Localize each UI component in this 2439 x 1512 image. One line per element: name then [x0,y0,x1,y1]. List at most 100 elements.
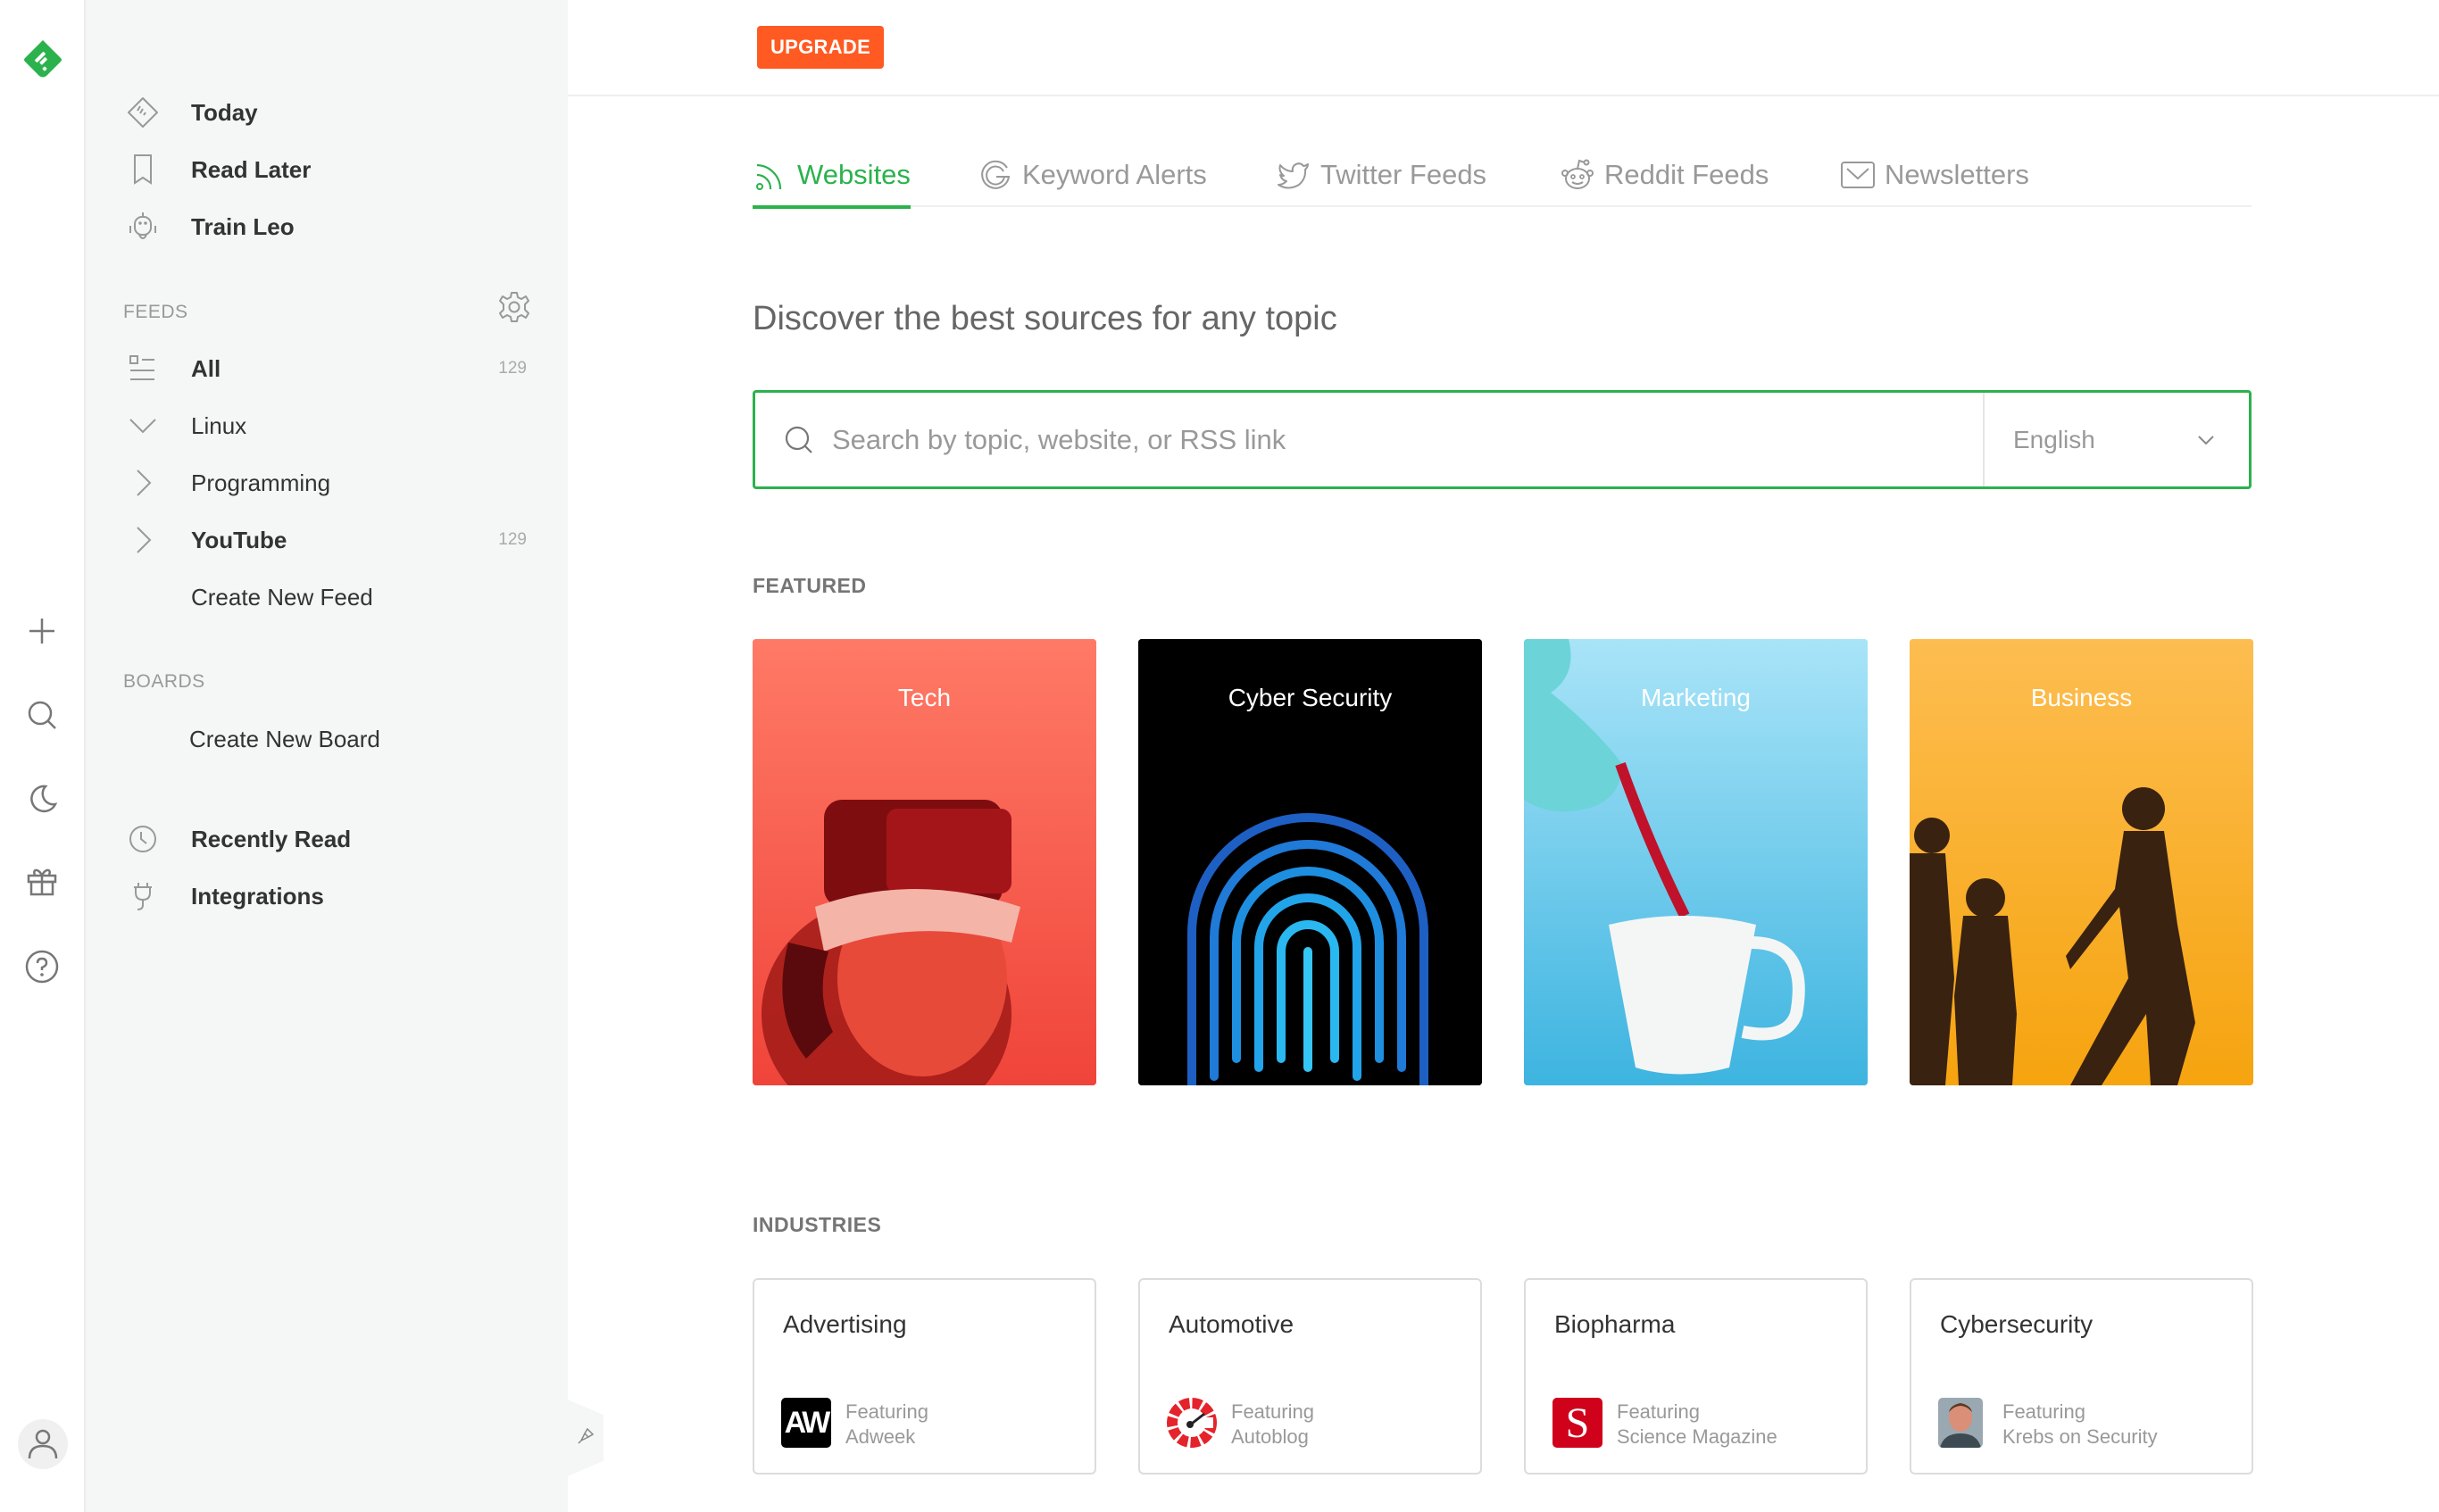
featured-card-cyber-security[interactable]: Cyber Security [1138,639,1482,1085]
tab-label: Twitter Feeds [1320,159,1487,190]
featured-card-label: Marketing [1641,684,1751,711]
featuring-source: Adweek [845,1425,916,1448]
top-bar: UPGRADE [568,0,2439,96]
boards-section-label: BOARDS [123,671,205,692]
feed-item-youtube[interactable]: YouTube 129 [86,515,570,565]
feed-item-all[interactable]: All 129 [86,344,570,394]
industry-card-advertising[interactable]: Advertising AW Featuring Adweek [753,1278,1096,1475]
unread-count: 129 [498,359,527,378]
featuring-text: Featuring Science Magazine [1617,1400,1777,1450]
featured-card-label: Cyber Security [1228,684,1393,711]
search-icon[interactable] [20,693,64,737]
featuring-label: Featuring [2002,1400,2085,1423]
sidebar-item-label: Integrations [191,882,324,910]
sidebar-item-label: Read Later [191,155,312,183]
industries-section-title: INDUSTRIES [753,1213,882,1236]
unread-count: 129 [498,530,527,549]
gear-icon[interactable] [496,289,532,325]
chevron-right-icon[interactable] [125,465,161,501]
rss-icon [753,157,788,193]
moon-icon[interactable] [20,777,64,821]
language-select[interactable]: English [1983,393,2249,486]
twitter-icon [1276,157,1311,193]
google-icon [978,157,1013,193]
featured-section-title: FEATURED [753,574,867,597]
featuring-source: Science Magazine [1617,1425,1777,1448]
feed-item-linux[interactable]: Linux [86,401,570,451]
sidebar-item-today[interactable]: Today [86,87,570,137]
featuring-label: Featuring [1231,1400,1314,1423]
feedly-logo-icon[interactable] [21,37,64,80]
autoblog-logo [1167,1398,1217,1448]
featuring-source: Autoblog [1231,1425,1309,1448]
tab-websites[interactable]: Websites [753,143,911,209]
featuring-label: Featuring [845,1400,928,1423]
feed-label: Programming [191,469,331,496]
krebs-avatar [1938,1398,1983,1448]
feed-label: YouTube [191,526,287,553]
featuring-text: Featuring Autoblog [1231,1400,1314,1450]
sidebar-item-label: Recently Read [191,825,352,852]
tab-newsletters[interactable]: Newsletters [1840,143,2029,207]
search-input[interactable] [832,411,1993,469]
tab-keyword-alerts[interactable]: Keyword Alerts [978,143,1207,207]
user-avatar-icon[interactable] [18,1419,68,1469]
search-icon [782,423,818,459]
tab-label: Newsletters [1885,159,2029,190]
create-new-board-link[interactable]: Create New Board [86,714,570,764]
tab-label: Reddit Feeds [1604,159,1769,190]
featured-card-marketing[interactable]: Marketing [1524,639,1868,1085]
sidebar-item-integrations[interactable]: Integrations [86,871,570,921]
sidebar-item-train-leo[interactable]: Train Leo [86,202,570,252]
robot-icon [125,209,161,245]
today-icon [125,95,161,130]
tab-twitter-feeds[interactable]: Twitter Feeds [1276,143,1486,207]
feed-item-programming[interactable]: Programming [86,458,570,508]
featured-card-label: Tech [897,684,952,711]
create-new-feed-link[interactable]: Create New Feed [86,572,570,622]
sidebar-item-label: Train Leo [191,212,295,240]
bookmark-icon [125,152,161,187]
industry-card-biopharma[interactable]: Biopharma S Featuring Science Magazine [1524,1278,1868,1475]
clock-icon [125,821,161,857]
main-content: UPGRADE Websites Keyword Alerts Twitter … [568,0,2439,1512]
industry-title: Automotive [1169,1310,1294,1338]
left-rail: Follow New Sources [0,0,336,1512]
discover-headline: Discover the best sources for any topic [753,300,1337,337]
language-value: English [2013,425,2095,453]
tab-label: Keyword Alerts [1022,159,1207,190]
sidebar-item-recently-read[interactable]: Recently Read [86,814,570,864]
featuring-text: Featuring Krebs on Security [2002,1400,2158,1450]
upgrade-button[interactable]: UPGRADE [757,26,884,69]
reddit-icon [1560,157,1595,193]
chevron-down-icon [2195,428,2217,450]
gift-icon[interactable] [20,859,64,903]
help-icon[interactable] [20,944,64,989]
feeds-section-label: FEEDS [123,302,188,322]
featuring-label: Featuring [1617,1400,1700,1423]
sidebar-item-read-later[interactable]: Read Later [86,145,570,195]
featured-card-label: Business [2030,684,2133,711]
adweek-logo: AW [781,1398,831,1448]
science-magazine-logo: S [1552,1398,1602,1448]
industry-title: Cybersecurity [1940,1310,2094,1338]
chevron-down-icon[interactable] [125,408,161,444]
industry-card-automotive[interactable]: Automotive Featuring Autoblog [1138,1278,1482,1475]
chevron-right-icon[interactable] [125,522,161,558]
featured-card-business[interactable]: Business [1910,639,2253,1085]
industry-title: Advertising [783,1310,907,1338]
plug-icon [125,878,161,914]
tab-reddit-feeds[interactable]: Reddit Feeds [1560,143,1769,207]
sidebar: Today Read Later Train Leo FEEDS All 129… [84,0,568,1512]
search-box: English [753,390,2252,489]
featuring-text: Featuring Adweek [845,1400,928,1450]
create-board-label: Create New Board [189,725,380,752]
industry-title: Biopharma [1554,1310,1676,1338]
featuring-source: Krebs on Security [2002,1425,2158,1448]
feed-label: All [191,354,221,382]
plus-icon[interactable] [20,609,64,653]
create-feed-label: Create New Feed [191,583,373,611]
featured-card-tech[interactable]: Tech [753,639,1096,1085]
feed-label: Linux [191,411,247,439]
industry-card-cybersecurity[interactable]: Cybersecurity Featuring Krebs on Securit… [1910,1278,2253,1475]
